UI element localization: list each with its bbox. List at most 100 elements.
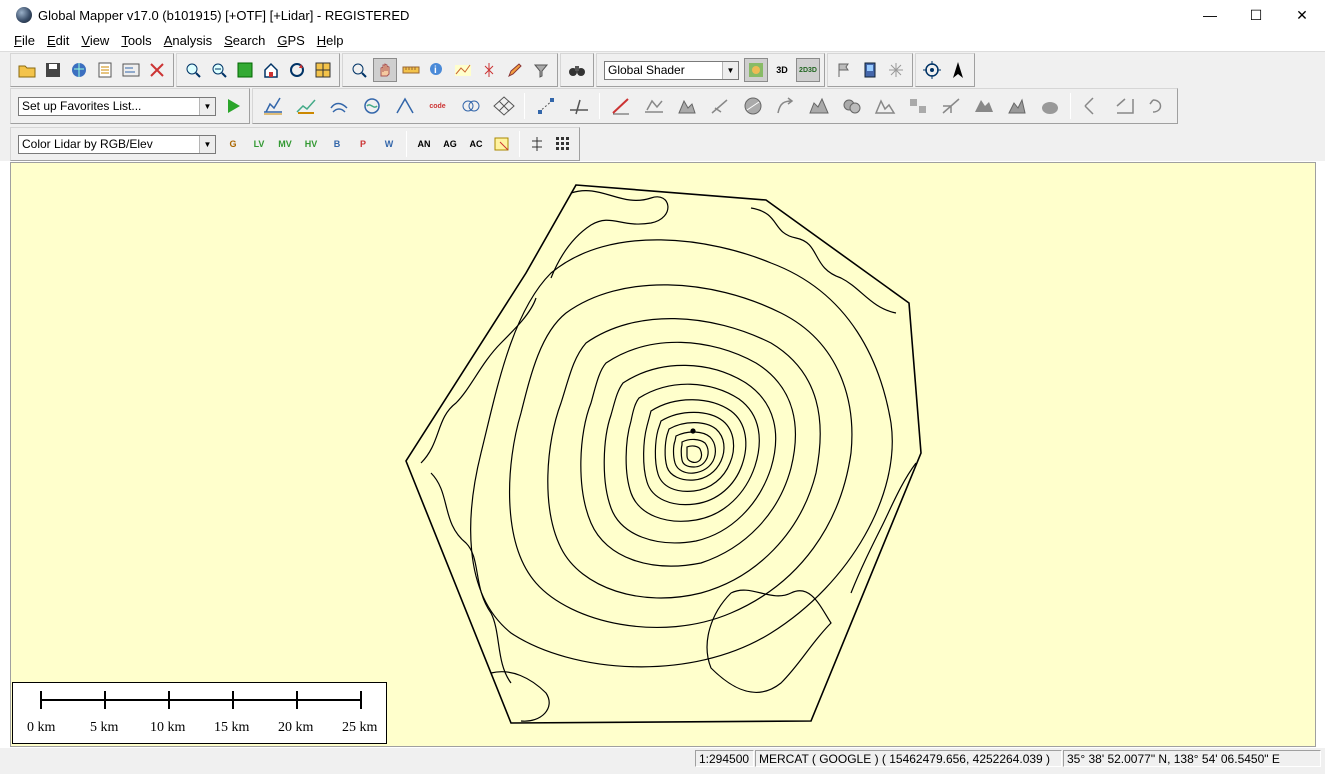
refresh-icon[interactable] [285, 58, 309, 82]
menu-gps[interactable]: GPS [271, 33, 310, 48]
elevation-grid-icon[interactable] [257, 91, 288, 121]
lidar-tool-16-icon[interactable] [1142, 91, 1173, 121]
control-center-icon[interactable] [93, 58, 117, 82]
north-arrow-icon[interactable] [946, 58, 970, 82]
line-combine-icon[interactable] [455, 91, 486, 121]
zoom-in-icon[interactable] [181, 58, 205, 82]
view-2d3d-icon[interactable]: 2D3D [796, 58, 820, 82]
lidar-med-veg-icon[interactable]: MV [273, 132, 297, 156]
online-data-icon[interactable] [67, 58, 91, 82]
menu-help[interactable]: Help [311, 33, 350, 48]
menu-view[interactable]: View [75, 33, 115, 48]
measure-icon[interactable] [399, 58, 423, 82]
scale-label: 5 km [90, 720, 119, 735]
window-title: Global Mapper v17.0 (b101915) [+OTF] [+L… [38, 7, 410, 23]
lidar-tool-15-icon[interactable] [1109, 91, 1140, 121]
lidar-low-veg-icon[interactable]: LV [247, 132, 271, 156]
toolbar-row-1: i Global Shader ▼ 3D 2D3D [10, 52, 977, 88]
analysis-ac-icon[interactable]: AC [464, 132, 488, 156]
lidar-tool-3-icon[interactable] [704, 91, 735, 121]
save-icon[interactable] [41, 58, 65, 82]
map-view[interactable]: 0 km 5 km 10 km 15 km 20 km 25 km [10, 162, 1316, 747]
search-toolbar [560, 53, 594, 87]
lidar-tool-11-icon[interactable] [968, 91, 999, 121]
pencil-icon[interactable] [503, 58, 527, 82]
lidar-grid-icon[interactable] [551, 132, 575, 156]
lidar-tool-8-icon[interactable] [869, 91, 900, 121]
lidar-tool-10-icon[interactable] [935, 91, 966, 121]
lidar-tool-1-icon[interactable] [638, 91, 669, 121]
pan-hand-icon[interactable] [373, 58, 397, 82]
lidar-tool-2-icon[interactable] [671, 91, 702, 121]
lidar-building-icon[interactable]: B [325, 132, 349, 156]
lidar-tool-6-icon[interactable] [803, 91, 834, 121]
vertex-edit-icon[interactable] [530, 91, 561, 121]
combine-code-icon[interactable]: code [422, 91, 453, 121]
menu-tools[interactable]: Tools [115, 33, 157, 48]
menu-search[interactable]: Search [218, 33, 271, 48]
minimize-button[interactable]: — [1187, 0, 1233, 30]
crosshair-icon[interactable] [920, 58, 944, 82]
contour-line [430, 472, 512, 684]
terrain-layer-icon[interactable] [290, 91, 321, 121]
flag-icon[interactable] [832, 58, 856, 82]
grid-icon[interactable] [488, 91, 519, 121]
contour-line [550, 190, 669, 279]
lidar-water-icon[interactable]: W [377, 132, 401, 156]
status-scale: 1:294500 [695, 750, 754, 767]
tools-icon[interactable] [145, 58, 169, 82]
scale-label: 20 km [278, 720, 314, 735]
status-projection: MERCAT ( GOOGLE ) ( 15462479.656, 425226… [755, 750, 1062, 767]
lidar-tool-14-icon[interactable] [1076, 91, 1107, 121]
play-icon[interactable] [221, 94, 245, 118]
digitizer-icon[interactable] [451, 58, 475, 82]
menu-file[interactable]: File [8, 33, 41, 48]
toolbar-row-3: Color Lidar by RGB/Elev ▼ G LV MV HV B P… [10, 126, 582, 162]
analysis-an-icon[interactable]: AN [412, 132, 436, 156]
toolbar-area: i Global Shader ▼ 3D 2D3D Set up Favorit… [0, 51, 1325, 161]
split-line-icon[interactable] [563, 91, 594, 121]
gps-scatter-icon[interactable] [884, 58, 908, 82]
title-bar: Global Mapper v17.0 (b101915) [+OTF] [+L… [0, 0, 1325, 30]
shader-settings-icon[interactable] [744, 58, 768, 82]
lidar-tool-7-icon[interactable] [836, 91, 867, 121]
shader-select[interactable]: Global Shader ▼ [604, 60, 739, 80]
menu-edit[interactable]: Edit [41, 33, 75, 48]
filter-icon[interactable] [529, 58, 553, 82]
lidar-ground-icon[interactable]: G [221, 132, 245, 156]
favorites-select[interactable]: Set up Favorites List... ▼ [18, 96, 216, 116]
contour-gen-icon[interactable] [323, 91, 354, 121]
close-button[interactable]: ✕ [1279, 0, 1325, 30]
lidar-powerline-icon[interactable]: P [351, 132, 375, 156]
lidar-color-select[interactable]: Color Lidar by RGB/Elev ▼ [18, 134, 216, 154]
maximize-button[interactable]: ☐ [1233, 0, 1279, 30]
gps-device-icon[interactable] [858, 58, 882, 82]
feature-info-icon[interactable]: i [425, 58, 449, 82]
lidar-select-icon[interactable] [490, 132, 514, 156]
analysis-ag-icon[interactable]: AG [438, 132, 462, 156]
home-icon[interactable] [259, 58, 283, 82]
view-3d-icon[interactable]: 3D [770, 58, 794, 82]
path-profile-icon[interactable] [477, 58, 501, 82]
lidar-tool-5-icon[interactable] [770, 91, 801, 121]
lidar-tool-4-icon[interactable] [737, 91, 768, 121]
svg-text:i: i [434, 65, 437, 76]
contour-line [850, 462, 917, 594]
zoom-tool-icon[interactable] [347, 58, 371, 82]
zoom-extents-icon[interactable] [233, 58, 257, 82]
view-shed-icon[interactable] [389, 91, 420, 121]
lidar-tool-12-icon[interactable] [1001, 91, 1032, 121]
layout-icon[interactable] [311, 58, 335, 82]
open-folder-icon[interactable] [15, 58, 39, 82]
lidar-profile-icon[interactable] [525, 132, 549, 156]
lidar-tool-9-icon[interactable] [902, 91, 933, 121]
config-icon[interactable] [119, 58, 143, 82]
zoom-out-icon[interactable] [207, 58, 231, 82]
lidar-tool-13-icon[interactable] [1034, 91, 1065, 121]
draw-line-icon[interactable] [605, 91, 636, 121]
binoculars-icon[interactable] [565, 58, 589, 82]
menu-analysis[interactable]: Analysis [158, 33, 218, 48]
watershed-icon[interactable] [356, 91, 387, 121]
lidar-high-veg-icon[interactable]: HV [299, 132, 323, 156]
status-bar: 1:294500 MERCAT ( GOOGLE ) ( 15462479.65… [0, 748, 1325, 774]
